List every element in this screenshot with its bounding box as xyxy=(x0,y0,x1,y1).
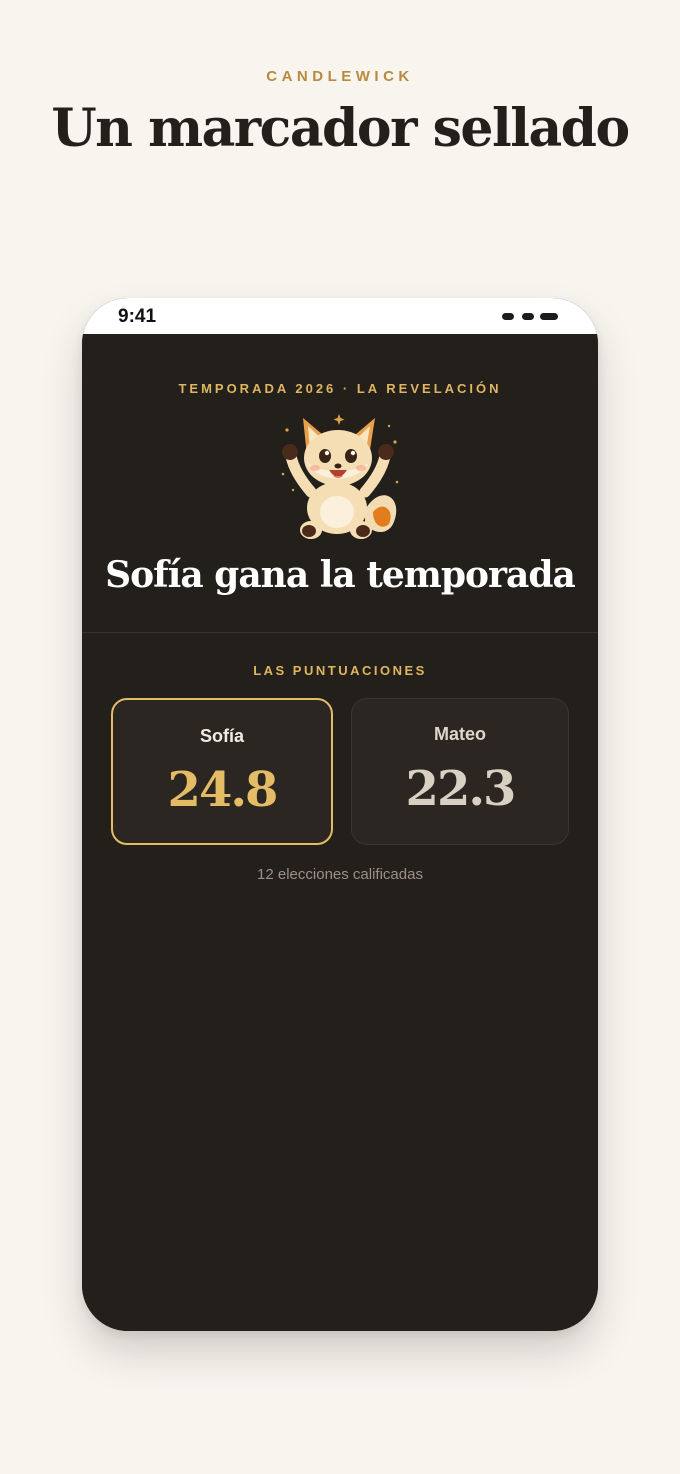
battery-icon xyxy=(540,313,558,320)
phone-frame: 9:41 TEMPORADA 2026 · LA REVELACIÓN Sofí… xyxy=(82,298,598,1331)
score-card-winner[interactable]: Sofía 24.8 xyxy=(111,698,333,845)
player-name: Sofía xyxy=(199,726,244,746)
brand-label: CANDLEWICK xyxy=(266,68,414,85)
celebrating-fox-icon xyxy=(281,414,399,539)
graded-picks-note: 12 elecciones calificadas xyxy=(257,866,423,883)
season-eyebrow: TEMPORADA 2026 · LA REVELACIÓN xyxy=(178,381,502,396)
score-card-runner-up[interactable]: Mateo 22.3 xyxy=(351,698,569,845)
page-headline: Un marcador sellado xyxy=(51,98,630,159)
winner-title: Sofía gana la temporada xyxy=(105,554,576,596)
player-name: Mateo xyxy=(433,724,486,744)
status-bar: 9:41 xyxy=(82,298,598,334)
section-divider xyxy=(82,632,598,633)
wifi-icon xyxy=(522,313,534,320)
app-screen: TEMPORADA 2026 · LA REVELACIÓN Sofía gan… xyxy=(82,334,598,1331)
signal-icon xyxy=(502,313,514,320)
status-time: 9:41 xyxy=(118,306,157,327)
player-score: 24.8 xyxy=(167,762,279,818)
scores-label: LAS PUNTUACIONES xyxy=(253,663,427,678)
page: CANDLEWICK Un marcador sellado 9:41 TEMP… xyxy=(0,0,680,1474)
player-score: 22.3 xyxy=(405,761,517,817)
